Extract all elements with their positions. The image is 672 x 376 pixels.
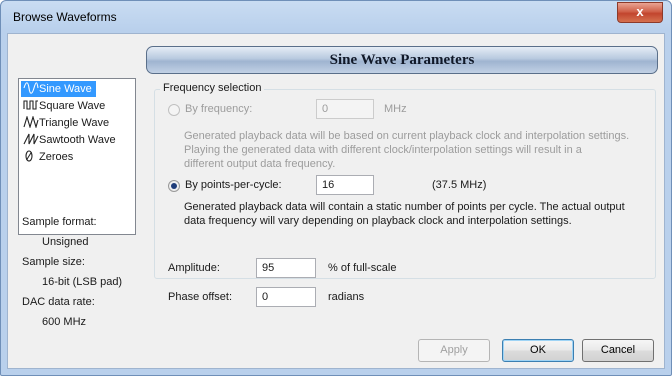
close-button[interactable]: x (617, 2, 663, 23)
square-wave-icon (23, 100, 38, 110)
list-item-square-wave[interactable]: Square Wave (21, 98, 109, 114)
description-line: Generated playback data will contain a s… (184, 201, 625, 213)
list-item-zeroes[interactable]: Zeroes (21, 149, 77, 165)
list-item-label: Zeroes (39, 151, 74, 163)
title-bar[interactable]: Browse Waveforms x (1, 1, 671, 33)
browse-waveforms-window: Browse Waveforms x Sine Wave Parameters … (0, 0, 672, 376)
waveform-list[interactable]: Sine Wave Square Wave Triangle Wave Sawt… (18, 78, 136, 235)
phase-offset-label: Phase offset: (168, 291, 233, 303)
dac-data-rate-label: DAC data rate: (22, 296, 95, 308)
sine-wave-icon (23, 82, 39, 94)
frequency-input[interactable]: 0 (316, 99, 374, 119)
banner-title: Sine Wave Parameters (329, 52, 475, 68)
apply-button[interactable]: Apply (418, 339, 490, 362)
frequency-unit: MHz (384, 103, 407, 115)
by-points-per-cycle-radio[interactable] (168, 180, 180, 192)
computed-frequency: (37.5 MHz) (432, 179, 487, 191)
by-frequency-description: Generated playback data will be based on… (184, 129, 664, 171)
list-item-label: Square Wave (39, 100, 106, 112)
sawtooth-wave-icon (23, 133, 39, 145)
sample-size-value: 16-bit (LSB pad) (42, 276, 123, 288)
cancel-button-label: Cancel (600, 344, 636, 356)
description-line: different output data frequency. (184, 158, 336, 170)
parameters-banner: Sine Wave Parameters (146, 46, 658, 74)
frequency-selection-legend: Frequency selection (160, 82, 265, 94)
sample-format-label: Sample format: (22, 216, 97, 228)
zero-icon (25, 150, 33, 162)
dac-data-rate-value: 600 MHz (42, 316, 87, 328)
list-item-triangle-wave[interactable]: Triangle Wave (21, 115, 113, 131)
apply-button-label: Apply (440, 344, 468, 356)
list-item-sine-wave[interactable]: Sine Wave (21, 81, 96, 97)
list-item-sawtooth-wave[interactable]: Sawtooth Wave (21, 132, 120, 148)
close-icon: x (636, 4, 644, 19)
description-line: Playing the generated data with differen… (184, 144, 582, 156)
by-points-per-cycle-label: By points-per-cycle: (185, 179, 282, 191)
dialog-client-area: Sine Wave Parameters Sine Wave Square Wa… (7, 33, 665, 369)
amplitude-unit: % of full-scale (328, 262, 397, 274)
description-line: data frequency will vary depending on pl… (184, 215, 572, 227)
cancel-button[interactable]: Cancel (582, 339, 654, 362)
frequency-input-value: 0 (322, 103, 329, 115)
ok-button-label: OK (530, 344, 546, 356)
points-per-cycle-value: 16 (322, 179, 335, 191)
by-points-description: Generated playback data will contain a s… (184, 200, 664, 228)
description-line: Generated playback data will be based on… (184, 130, 630, 142)
amplitude-input[interactable]: 95 (256, 258, 316, 278)
list-item-label: Triangle Wave (39, 117, 110, 129)
sample-size-label: Sample size: (22, 256, 85, 268)
list-item-label: Sine Wave (39, 83, 92, 95)
phase-offset-input[interactable]: 0 (256, 287, 316, 307)
points-per-cycle-input[interactable]: 16 (316, 175, 374, 195)
ok-button[interactable]: OK (502, 339, 574, 362)
amplitude-value: 95 (262, 262, 275, 274)
phase-offset-value: 0 (262, 291, 269, 303)
list-item-label: Sawtooth Wave (39, 134, 116, 146)
window-title: Browse Waveforms (13, 10, 117, 24)
sample-format-value: Unsigned (42, 236, 89, 248)
triangle-wave-icon (23, 116, 39, 128)
phase-offset-unit: radians (328, 291, 365, 303)
by-frequency-label: By frequency: (185, 103, 253, 115)
amplitude-label: Amplitude: (168, 262, 220, 274)
by-frequency-radio[interactable] (168, 104, 180, 116)
